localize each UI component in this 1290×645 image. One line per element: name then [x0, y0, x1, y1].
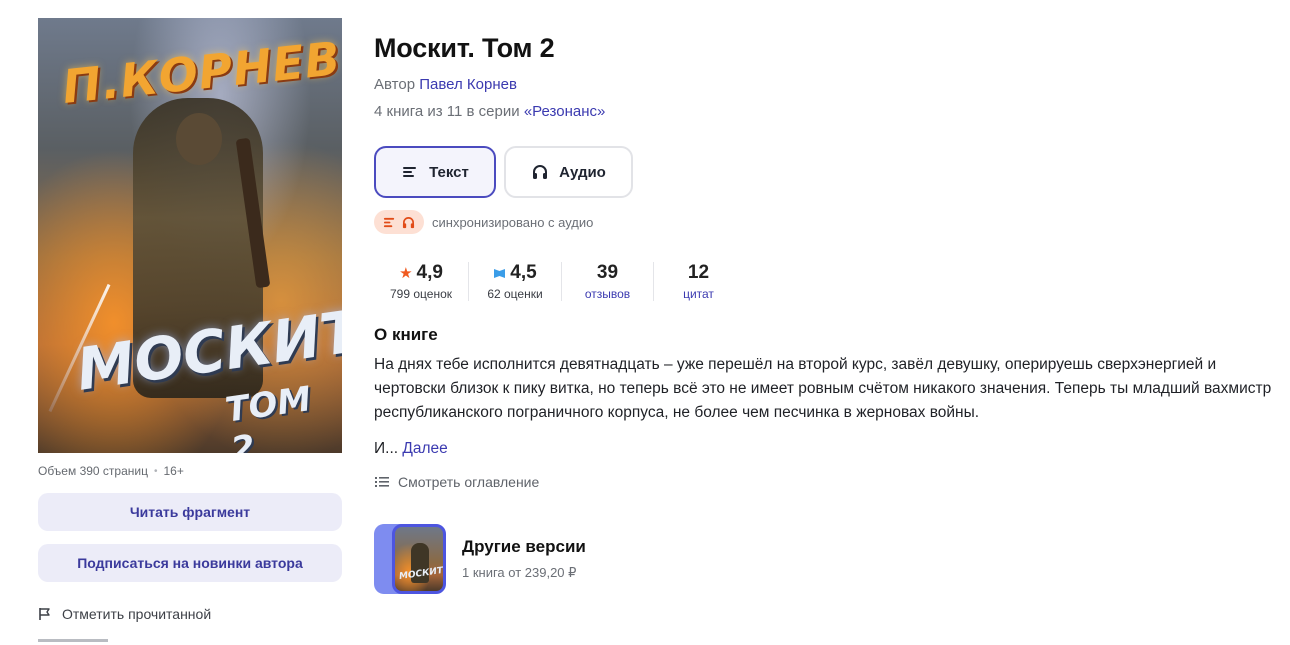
series-position: 4 книга из 11 в серии: [374, 103, 520, 120]
left-column: П.КОРНЕВ МОСКИТ ТОМ 2 Объем 390 страниц …: [38, 18, 342, 642]
read-fragment-button[interactable]: Читать фрагмент: [38, 493, 342, 531]
format-switcher: Текст Аудио: [374, 146, 1284, 198]
page-count: Объем 390 страниц: [38, 464, 148, 478]
author-label: Автор: [374, 76, 416, 93]
reviews-rating-count: 62 оценки: [487, 287, 543, 301]
cover-figure-head: [176, 113, 222, 165]
reviews-link[interactable]: отзывов: [585, 287, 630, 301]
flag-outline-icon: [39, 608, 50, 620]
text-lines-icon: [403, 167, 417, 177]
sync-indicator: синхронизировано с аудио: [374, 210, 1284, 234]
book-cover[interactable]: П.КОРНЕВ МОСКИТ ТОМ 2: [38, 18, 342, 453]
headphones-icon: [402, 216, 415, 228]
versions-thumbnail: МОСКИТ: [374, 524, 446, 594]
age-rating: 16+: [163, 464, 184, 478]
subscribe-author-button[interactable]: Подписаться на новинки автора: [38, 544, 342, 582]
format-audio-button[interactable]: Аудио: [504, 146, 633, 198]
bookmark-flag-icon: [494, 268, 506, 278]
about-text: На днях тебе исполнится девятнадцать – у…: [374, 356, 1272, 421]
reviews-count: 39: [596, 262, 619, 283]
reviews-rating-value: 4,5: [510, 262, 537, 283]
series-link[interactable]: «Резонанс»: [524, 103, 606, 120]
about-more: И... Далее: [374, 440, 1284, 458]
book-title: Москит. Том 2: [374, 33, 555, 63]
format-text-button[interactable]: Текст: [374, 146, 496, 198]
text-lines-icon: [383, 217, 395, 227]
rating-value: 4,9: [416, 262, 443, 283]
other-versions[interactable]: МОСКИТ Другие версии 1 книга от 239,20 ₽: [374, 524, 1284, 594]
about-ellipsis: И...: [374, 440, 399, 457]
meta-separator: •: [153, 465, 158, 477]
rating-count: 799 оценок: [390, 287, 452, 301]
toc-button[interactable]: Смотреть оглавление: [374, 474, 1284, 490]
quotes-link[interactable]: цитат: [683, 287, 714, 301]
about-title: О книге: [374, 325, 438, 344]
series-line: 4 книга из 11 в серии «Резонанс»: [374, 103, 1284, 120]
stats-row: ★ 4,9 799 оценок 4,5 62 оценки 39 отзыво…: [374, 262, 1284, 301]
mark-read-button[interactable]: Отметить прочитанной: [38, 606, 342, 622]
versions-title: Другие версии: [462, 537, 586, 556]
versions-subtitle: 1 книга от 239,20 ₽: [462, 565, 577, 580]
stat-rating[interactable]: ★ 4,9 799 оценок: [374, 262, 468, 301]
stat-reviews-rating[interactable]: 4,5 62 оценки: [468, 262, 561, 301]
versions-thumb-cover: МОСКИТ: [392, 524, 446, 594]
toc-label: Смотреть оглавление: [398, 474, 540, 490]
headphones-icon: [533, 165, 548, 179]
book-meta: Объем 390 страниц • 16+: [38, 464, 342, 478]
list-icon: [375, 477, 389, 487]
versions-text: Другие версии 1 книга от 239,20 ₽: [462, 537, 586, 581]
sync-label: синхронизировано с аудио: [432, 214, 594, 230]
stat-reviews[interactable]: 39 отзывов: [561, 262, 653, 301]
author-line: Автор Павел Корнев: [374, 76, 1284, 93]
quotes-count: 12: [687, 262, 710, 283]
format-audio-label: Аудио: [559, 163, 606, 181]
read-more-link[interactable]: Далее: [402, 440, 447, 457]
star-icon: ★: [399, 265, 413, 282]
author-link[interactable]: Павел Корнев: [419, 76, 517, 93]
sync-badge: [374, 210, 424, 234]
mark-read-label: Отметить прочитанной: [62, 606, 212, 622]
stat-quotes[interactable]: 12 цитат: [653, 262, 743, 301]
main-info: Москит. Том 2 Автор Павел Корнев 4 книга…: [374, 33, 1284, 594]
cut-off-item: [38, 636, 138, 642]
format-text-label: Текст: [429, 163, 469, 181]
